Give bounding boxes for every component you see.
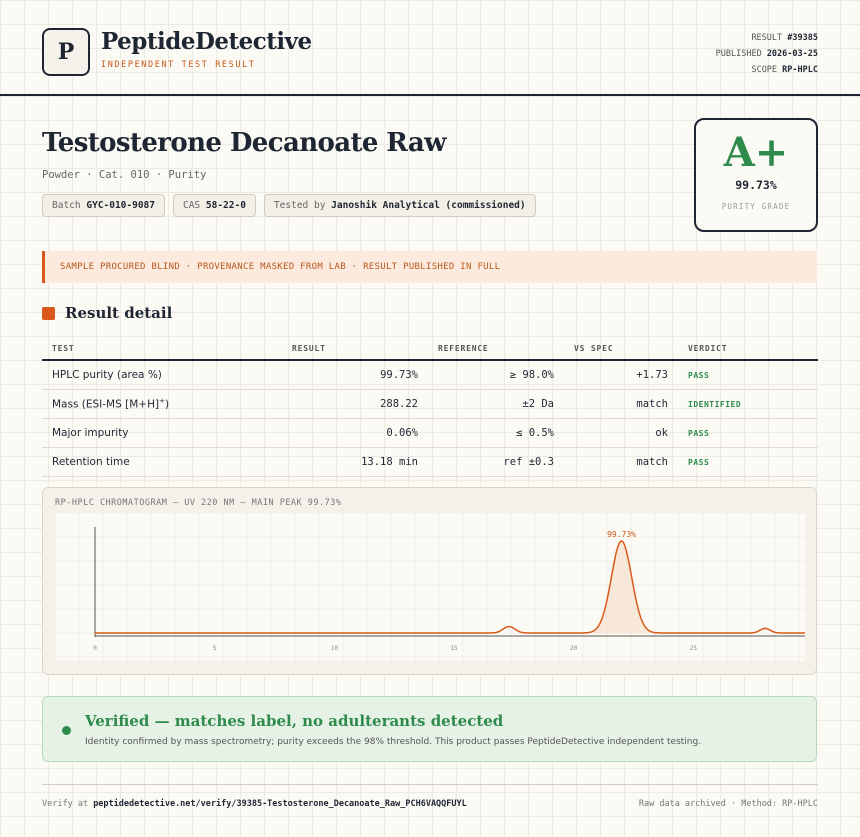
cell-vs-spec: +1.73 [564,360,678,390]
table-row: Retention time 13.18 min ref ±0.3 match … [42,447,818,477]
table-row: HPLC purity (area %) 99.73% ≥ 98.0% +1.7… [42,360,818,390]
x-tick-label: 15 [450,645,458,652]
cell-verdict: IDENTIFIED [678,389,818,419]
result-label: RESULT [751,33,783,43]
scope-label: SCOPE [751,65,778,75]
x-tick-label: 20 [570,645,578,652]
tested-value: Janoshik Analytical (commissioned) [331,200,526,211]
cell-result: 13.18 min [282,447,428,477]
verified-body: Identity confirmed by mass spectrometry;… [85,737,702,747]
cell-test-suffix: ) [164,398,170,411]
cas-value: 58-22-0 [205,200,246,211]
x-tick-label: 0 [93,645,97,652]
product-chips: Batch GYC-010-9087 CAS 58-22-0 Tested by… [42,194,536,217]
batch-label: Batch [52,200,81,211]
chromatogram-chart: 051015202530 99.73% [55,513,805,661]
tested-label: Tested by [273,200,326,211]
footer-divider [42,784,818,785]
col-header-reference: REFERENCE [428,337,564,361]
verify-link[interactable]: peptidedetective.net/verify/39385-Testos… [93,799,467,809]
verified-title: Verified — matches label, no adulterants… [85,712,504,730]
brand-tagline: INDEPENDENT TEST RESULT [101,60,256,70]
section-marker-icon [42,306,55,320]
result-id: #39385 [787,33,818,43]
verified-dot-icon [62,726,71,735]
cell-vs-spec: match [564,389,678,419]
table-header-row: TEST RESULT REFERENCE VS SPEC VERDICT [42,337,818,361]
batch-chip: Batch GYC-010-9087 [42,194,165,217]
table-row: Mass (ESI-MS [M+H]+) 288.22 ±2 Da match … [42,389,818,419]
cell-reference: ref ±0.3 [428,447,564,477]
blind-notice-banner: SAMPLE PROCURED BLIND · PROVENANCE MASKE… [42,251,817,283]
cas-label: CAS [182,200,201,211]
verdict-badge: IDENTIFIED [688,400,742,409]
main-peak-label: 99.73% [607,530,636,539]
cas-chip: CAS 58-22-0 [172,194,256,217]
col-header-vs-spec: VS SPEC [564,337,678,361]
chromatogram-panel: RP-HPLC CHROMATOGRAM — UV 220 NM — MAIN … [42,487,817,675]
header-divider [0,94,860,96]
cell-vs-spec: ok [564,418,678,448]
col-header-verdict: VERDICT [678,337,818,361]
grade-label: PURITY GRADE [721,202,791,211]
verify-prefix: Verify at [42,799,89,809]
cell-vs-spec: match [564,447,678,477]
table-row: Major impurity 0.06% ≤ 0.5% ok PASS [42,418,818,448]
cell-reference: ≤ 0.5% [428,418,564,448]
scope-value: RP-HPLC [782,65,818,75]
result-detail-heading: Result detail [42,304,172,322]
published-date: 2026-03-25 [766,49,818,59]
cell-verdict: PASS [678,418,818,448]
brand-logo: P [42,28,90,76]
footer-method: Raw data archived · Method: RP-HPLC [638,799,818,809]
cell-verdict: PASS [678,360,818,390]
section-title: Result detail [65,304,173,322]
x-tick-label: 5 [213,645,217,652]
cell-test: Retention time [42,447,282,477]
cell-result: 288.22 [282,389,428,419]
cell-result: 0.06% [282,418,428,448]
purity-grade-card: A+ 99.73% PURITY GRADE [694,118,818,232]
col-header-test: TEST [42,337,282,361]
cell-reference: ±2 Da [428,389,564,419]
results-table: TEST RESULT REFERENCE VS SPEC VERDICT HP… [42,337,818,477]
product-subtitle: Powder · Cat. 010 · Purity [42,169,207,181]
chromatogram-title: RP-HPLC CHROMATOGRAM — UV 220 NM — MAIN … [55,498,342,508]
verdict-badge: PASS [688,458,710,467]
published-label: PUBLISHED [715,49,762,59]
verdict-badge: PASS [688,429,710,438]
x-tick-label: 10 [331,645,339,652]
cell-result: 99.73% [282,360,428,390]
verify-line: Verify at peptidedetective.net/verify/39… [42,799,467,809]
cell-test: HPLC purity (area %) [42,360,282,390]
cell-test: Major impurity [42,418,282,448]
batch-value: GYC-010-9087 [86,200,155,211]
verified-banner: Verified — matches label, no adulterants… [42,696,817,762]
cell-verdict: PASS [678,447,818,477]
grade-letter: A+ [723,129,789,176]
brand-name[interactable]: PeptideDetective [101,28,312,55]
cell-test-text: Mass (ESI-MS [M+H] [52,398,160,411]
grade-value: 99.73% [735,178,777,192]
product-title: Testosterone Decanoate Raw [42,128,447,158]
col-header-result: RESULT [282,337,428,361]
cell-reference: ≥ 98.0% [428,360,564,390]
x-tick-label: 25 [690,645,698,652]
verdict-badge: PASS [688,371,710,380]
cell-test: Mass (ESI-MS [M+H]+) [42,389,282,419]
result-meta: RESULT #39385 PUBLISHED 2026-03-25 SCOPE… [716,30,818,78]
tested-by-chip: Tested by Janoshik Analytical (commissio… [263,194,536,217]
chart-background [55,513,805,661]
